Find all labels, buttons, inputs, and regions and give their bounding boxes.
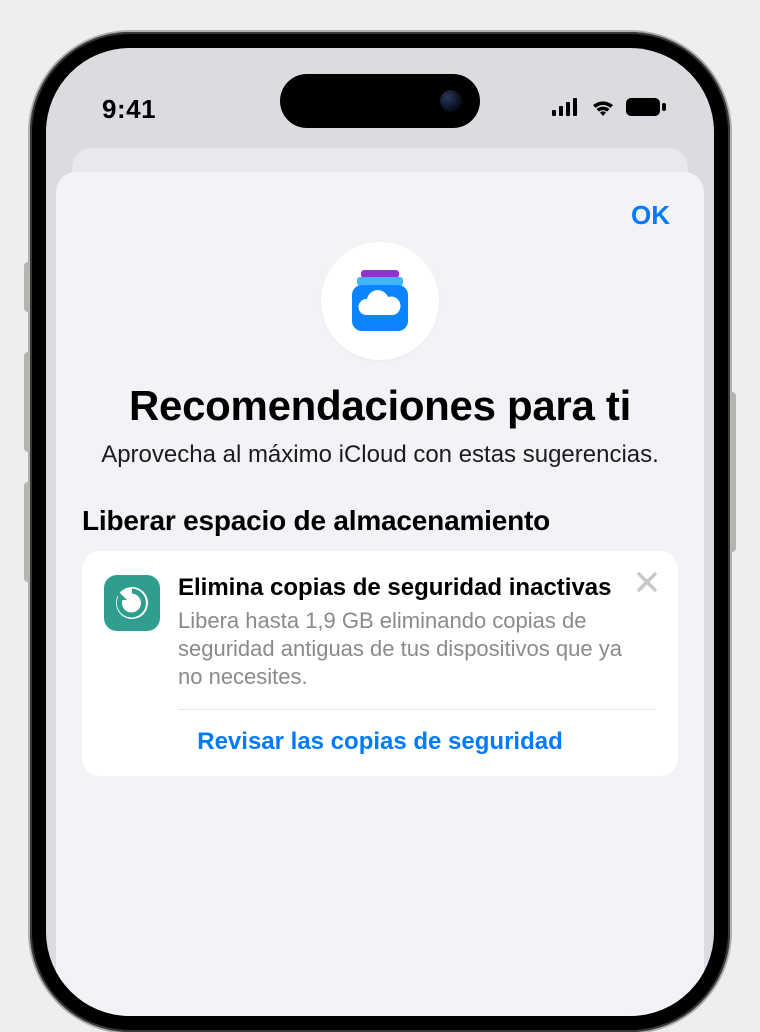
screen: 9:41 — [46, 48, 714, 1016]
battery-icon — [626, 98, 666, 121]
sheet-header: OK — [82, 192, 678, 238]
volume-up-button — [24, 352, 30, 452]
status-time: 9:41 — [102, 94, 156, 125]
side-button — [730, 392, 736, 552]
silent-switch — [24, 262, 30, 312]
card-description: Libera hasta 1,9 GB eliminando copias de… — [178, 607, 626, 691]
backup-icon — [104, 575, 160, 631]
done-button[interactable]: OK — [631, 200, 678, 231]
front-camera — [440, 90, 462, 112]
review-backups-button[interactable]: Revisar las copias de seguridad — [104, 710, 656, 776]
status-icons — [552, 97, 666, 122]
dismiss-card-button[interactable] — [634, 569, 660, 595]
card-content-row: Elimina copias de seguridad inactivas Li… — [104, 573, 656, 691]
hero-icon-circle — [321, 242, 439, 360]
icloud-files-icon — [345, 266, 415, 336]
volume-down-button — [24, 482, 30, 582]
device-frame: 9:41 — [30, 32, 730, 1032]
card-title: Elimina copias de seguridad inactivas — [178, 573, 626, 602]
dynamic-island — [280, 74, 480, 128]
page-subtitle: Aprovecha al máximo iCloud con estas sug… — [82, 439, 678, 470]
recommendation-card-backups[interactable]: Elimina copias de seguridad inactivas Li… — [82, 551, 678, 776]
wifi-icon — [590, 97, 616, 122]
recommendations-sheet: OK Recomendaciones para ti Aprovecha al … — [56, 172, 704, 1016]
page-title: Recomendaciones para ti — [82, 382, 678, 429]
card-body: Elimina copias de seguridad inactivas Li… — [178, 573, 656, 691]
cellular-icon — [552, 98, 580, 121]
section-title-free-space: Liberar espacio de almacenamiento — [82, 504, 678, 537]
